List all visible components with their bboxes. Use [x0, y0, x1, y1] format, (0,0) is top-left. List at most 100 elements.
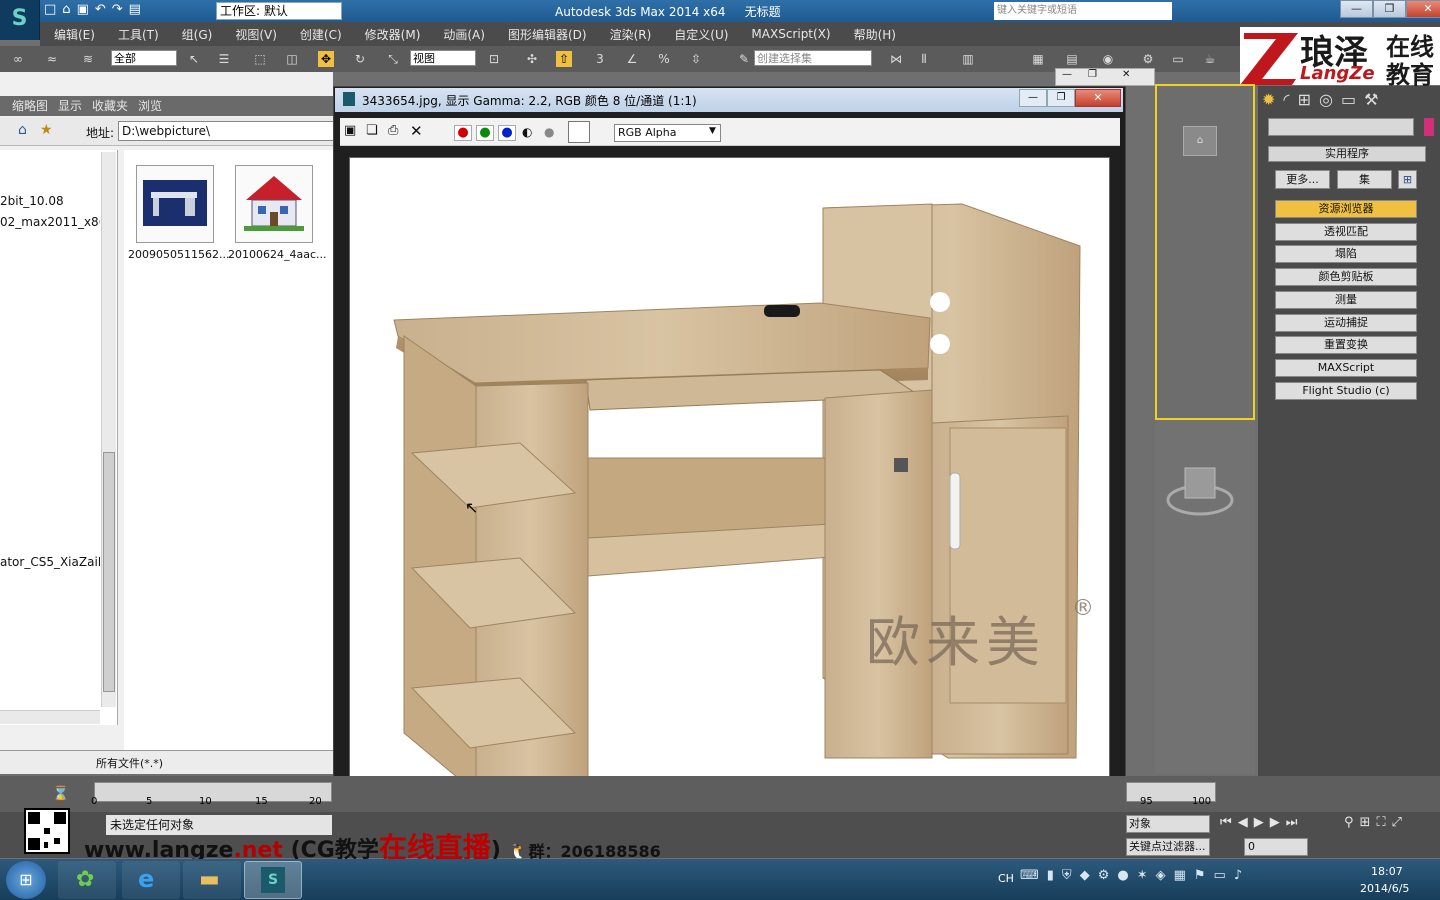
undo-icon[interactable]: ↶: [95, 2, 106, 20]
menu-customize[interactable]: 自定义(U): [674, 26, 728, 43]
maxscript-button[interactable]: MAXScript: [1275, 359, 1417, 377]
next-frame-icon[interactable]: ▶: [1270, 815, 1280, 830]
menu-create[interactable]: 创建(C): [300, 26, 342, 43]
key-object-select[interactable]: 对象: [1126, 815, 1210, 833]
tray-network-icon[interactable]: ▦: [1174, 868, 1186, 883]
alpha-channel-toggle-icon[interactable]: ◐: [522, 125, 532, 139]
menu-rendering[interactable]: 渲染(R): [610, 26, 652, 43]
address-input[interactable]: D:\webpicture\: [118, 121, 334, 141]
go-to-end-icon[interactable]: ⏭: [1286, 815, 1298, 830]
selection-filter-select[interactable]: 全部: [111, 50, 177, 66]
save-image-icon[interactable]: ▣: [344, 123, 356, 138]
reference-coord-select[interactable]: 视图: [410, 50, 476, 66]
open-file-icon[interactable]: ⌂: [62, 2, 70, 20]
scrollbar-thumb[interactable]: [103, 452, 115, 692]
security-icon[interactable]: ◆: [1080, 868, 1090, 883]
material-editor-icon[interactable]: ◉: [1100, 51, 1116, 67]
shield-icon[interactable]: ⛨: [1062, 868, 1072, 883]
frame-minimize-button[interactable]: —: [1019, 89, 1047, 107]
menu-modifiers[interactable]: 修改器(M): [365, 26, 421, 43]
input-language-indicator[interactable]: CH: [998, 872, 1014, 885]
zoom-extents-icon[interactable]: ⛶: [1376, 815, 1385, 830]
current-frame-input[interactable]: 0: [1244, 838, 1308, 856]
time-slider-icon[interactable]: ⌛: [52, 786, 69, 802]
spinner-snap-icon[interactable]: ⇳: [688, 51, 704, 67]
snaps-toggle-icon[interactable]: 3: [592, 51, 608, 67]
tab-favorites[interactable]: 收藏夹: [92, 96, 128, 116]
perspective-match-button[interactable]: 透视匹配: [1275, 223, 1417, 241]
pivot-center-icon[interactable]: ⊡: [486, 51, 502, 67]
clock-time[interactable]: 18:07: [1371, 865, 1403, 878]
render-production-icon[interactable]: ☕: [1202, 51, 1218, 67]
background-restore-icon[interactable]: ❐: [1088, 69, 1097, 80]
tray-settings-icon[interactable]: ⚙: [1098, 868, 1110, 883]
timeline[interactable]: 0 5 10 15 20 95 100 ⌛: [0, 776, 1440, 812]
measure-button[interactable]: 测量: [1275, 291, 1417, 309]
rendered-frame-window-icon[interactable]: ▭: [1170, 51, 1186, 67]
menu-tools[interactable]: 工具(T): [118, 26, 159, 43]
percent-snap-icon[interactable]: %: [656, 51, 672, 67]
menu-help[interactable]: 帮助(H): [854, 26, 896, 43]
3dsmax-app-icon[interactable]: S: [0, 0, 40, 40]
frame-image-canvas[interactable]: 欧来美 ®: [349, 157, 1110, 836]
keyboard-shortcut-toggle-icon[interactable]: ⇧: [556, 51, 572, 67]
active-viewport-top[interactable]: ⌂: [1155, 84, 1255, 420]
clone-frame-icon[interactable]: ❏: [366, 123, 378, 138]
tray-app-icon[interactable]: ▮: [1047, 868, 1054, 883]
folder-tree[interactable]: 2bit_10.08 02_max2011_x86 ator_CS5_XiaZa…: [0, 150, 118, 725]
close-button[interactable]: ✕: [1406, 0, 1440, 18]
workspace-select[interactable]: 工作区: 默认: [216, 2, 342, 20]
tab-thumbnails[interactable]: 缩略图: [12, 96, 48, 116]
tab-browse[interactable]: 浏览: [138, 96, 162, 116]
sets-button[interactable]: 集: [1337, 170, 1392, 189]
home-icon[interactable]: ⌂: [18, 122, 27, 138]
minimize-button[interactable]: —: [1340, 0, 1373, 18]
bind-spacewarp-icon[interactable]: ≋: [80, 51, 96, 67]
angle-snap-icon[interactable]: ∠: [624, 51, 640, 67]
more-button[interactable]: 更多...: [1275, 170, 1330, 189]
tray-tool-icon[interactable]: ✶: [1137, 868, 1148, 883]
taskbar-internet-explorer[interactable]: e: [122, 861, 180, 899]
project-folder-icon[interactable]: ▤: [129, 2, 141, 20]
tree-horizontal-scrollbar[interactable]: [0, 710, 100, 724]
clock-date[interactable]: 2014/6/5: [1360, 882, 1409, 895]
tray-alert-icon[interactable]: ◈: [1156, 868, 1166, 883]
link-icon[interactable]: ∞: [10, 51, 26, 67]
object-color-swatch[interactable]: [1424, 118, 1434, 136]
action-center-flag-icon[interactable]: ⚑: [1194, 868, 1206, 883]
move-icon[interactable]: ✥: [318, 51, 334, 67]
play-icon[interactable]: ▶: [1254, 815, 1264, 830]
taskbar-3dsmax[interactable]: S: [244, 861, 302, 899]
monochrome-toggle-icon[interactable]: ●: [544, 125, 554, 139]
key-filters-button[interactable]: 关键点过滤器...: [1126, 838, 1210, 856]
print-image-icon[interactable]: ⎙: [388, 123, 398, 138]
select-by-name-icon[interactable]: ☰: [216, 51, 232, 67]
new-file-icon[interactable]: □: [44, 2, 56, 20]
menu-edit[interactable]: 编辑(E): [54, 26, 95, 43]
create-tab-icon[interactable]: ✹: [1262, 90, 1275, 109]
utilities-tab-icon[interactable]: ⚒: [1364, 90, 1378, 109]
frame-close-button[interactable]: ✕: [1075, 89, 1121, 107]
tree-item[interactable]: ator_CS5_XiaZaiB: [0, 555, 100, 569]
background-color-swatch[interactable]: [568, 121, 590, 143]
zoom-all-icon[interactable]: ⊞: [1360, 815, 1371, 830]
redo-icon[interactable]: ↷: [112, 2, 123, 20]
menu-maxscript[interactable]: MAXScript(X): [751, 27, 830, 41]
tree-vertical-scrollbar[interactable]: [101, 152, 116, 707]
modify-tab-icon[interactable]: ◜: [1283, 90, 1289, 109]
background-minimize-icon[interactable]: —: [1062, 69, 1072, 80]
background-close-icon[interactable]: ✕: [1122, 69, 1130, 80]
rotate-icon[interactable]: ↻: [352, 51, 368, 67]
previous-frame-icon[interactable]: ◀: [1238, 815, 1248, 830]
display-icon[interactable]: ▭: [1214, 868, 1226, 883]
start-button[interactable]: ⊞: [6, 861, 46, 899]
flight-studio-button[interactable]: Flight Studio (c): [1275, 382, 1417, 400]
thumbnail-house[interactable]: [235, 165, 313, 243]
command-panel-name-field[interactable]: [1268, 118, 1414, 136]
save-icon[interactable]: ▣: [77, 2, 89, 20]
motion-tab-icon[interactable]: ◎: [1319, 90, 1333, 109]
restore-button[interactable]: ❐: [1373, 0, 1406, 18]
named-selection-set-select[interactable]: 创建选择集: [754, 50, 872, 66]
menu-animation[interactable]: 动画(A): [443, 26, 485, 43]
select-object-icon[interactable]: ↖: [186, 51, 202, 67]
